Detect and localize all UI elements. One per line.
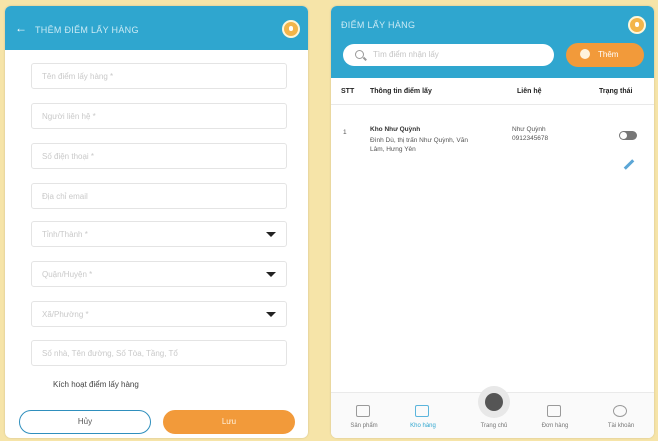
header-divider [331,104,654,105]
ward-select[interactable]: Xã/Phường * [31,301,287,327]
phone-input[interactable]: Số điện thoại * [31,143,287,169]
header-bar: ← THÊM ĐIỂM LẤY HÀNG [5,6,308,50]
notification-bell-icon[interactable] [628,16,646,34]
row-contact-phone: 0912345678 [512,135,549,142]
contact-person-input[interactable]: Người liên hệ * [31,103,287,129]
save-button[interactable]: Lưu [163,410,295,434]
row-contact-name: Như Quỳnh [512,126,546,133]
cancel-button[interactable]: Hủy [19,410,151,434]
activate-checkbox-label[interactable]: Kích hoạt điểm lấy hàng [53,380,139,389]
pickup-name-input[interactable]: Tên điểm lấy hàng * [31,63,287,89]
page-title: THÊM ĐIỂM LẤY HÀNG [35,25,139,35]
edit-pencil-icon[interactable] [623,159,635,170]
field-placeholder: Quận/Huyện * [42,270,93,279]
field-placeholder: Số điện thoại * [42,152,95,161]
bottom-navigation: Sản phẩm Kho hàng Trang chủ Đơn hàng Tài… [331,386,654,438]
street-address-input[interactable]: Số nhà, Tên đường, Số Tòa, Tầng, Tổ [31,340,287,366]
nav-label: Kho hàng [410,423,436,429]
warehouse-icon [415,405,429,417]
province-select[interactable]: Tỉnh/Thành * [31,221,287,247]
row-pickup-name: Kho Như Quỳnh [370,126,421,133]
column-header-info: Thông tin điểm lấy [370,88,432,95]
district-select[interactable]: Quận/Huyện * [31,261,287,287]
field-placeholder: Tỉnh/Thành * [42,230,88,239]
add-pickup-button[interactable]: Thêm [566,43,644,67]
search-input[interactable]: Tìm điểm nhận lấy [343,44,554,66]
nav-label: Tài khoản [607,423,635,429]
status-toggle[interactable] [619,131,637,140]
chevron-down-icon [266,232,276,237]
field-placeholder: Số nhà, Tên đường, Số Tòa, Tầng, Tổ [42,349,178,358]
camera-icon [478,386,510,418]
field-placeholder: Tên điểm lấy hàng * [42,72,114,81]
nav-item-warehouse[interactable]: Kho hàng [398,393,448,438]
field-placeholder: Xã/Phường * [42,310,89,319]
add-icon [580,49,590,59]
search-placeholder: Tìm điểm nhận lấy [373,50,439,59]
add-button-label: Thêm [598,50,619,59]
product-icon [356,405,370,417]
chevron-down-icon [266,272,276,277]
orders-icon [547,405,561,417]
pickup-list-screen: ĐIỂM LẤY HÀNG Tìm điểm nhận lấy Thêm STT… [331,6,654,438]
add-pickup-screen: ← THÊM ĐIỂM LẤY HÀNG Tên điểm lấy hàng *… [5,6,308,438]
back-arrow-icon[interactable]: ← [15,21,27,35]
nav-item-orders[interactable]: Đơn hàng [530,393,580,438]
row-pickup-address: Đình Dù, thị trấn Như Quỳnh, Văn Lâm, Hư… [370,137,468,153]
field-placeholder: Địa chỉ email [42,192,88,201]
nav-item-products[interactable]: Sản phẩm [339,393,389,438]
nav-label: Trang chủ [480,423,508,429]
account-icon [613,405,627,417]
nav-label: Đơn hàng [541,423,569,429]
column-header-status: Trạng thái [599,88,633,95]
column-header-stt: STT [341,88,355,95]
search-icon [355,50,364,59]
chevron-down-icon [266,312,276,317]
field-placeholder: Người liên hệ * [42,112,96,121]
page-title: ĐIỂM LẤY HÀNG [341,20,416,30]
notification-bell-icon[interactable] [282,20,300,38]
email-input[interactable]: Địa chỉ email [31,183,287,209]
row-stt: 1 [343,129,347,136]
nav-item-account[interactable]: Tài khoản [596,393,646,438]
nav-label: Sản phẩm [350,423,378,429]
column-header-contact: Liên hệ [517,88,542,95]
header-bar: ĐIỂM LẤY HÀNG Tìm điểm nhận lấy Thêm [331,6,654,78]
